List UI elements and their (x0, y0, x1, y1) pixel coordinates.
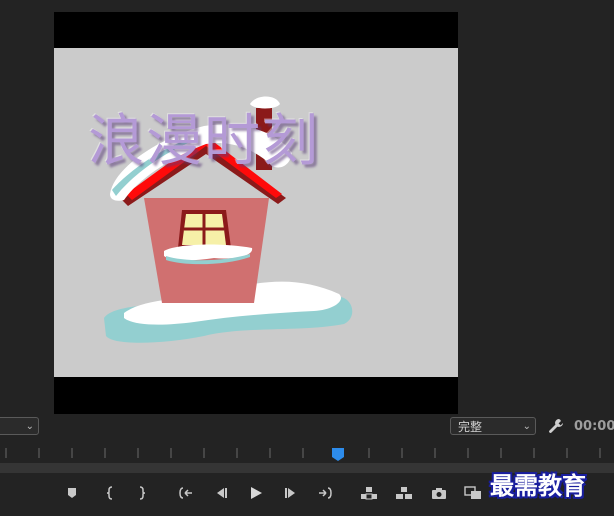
playhead (332, 448, 344, 461)
camera-icon (432, 487, 446, 499)
playback-resolution-select[interactable]: 完整 ⌄ (450, 417, 536, 435)
mark-out-icon (139, 486, 146, 500)
video-frame: 浪漫时刻 (54, 48, 458, 377)
step-forward-button[interactable] (279, 476, 303, 510)
lift-icon (361, 487, 377, 500)
title-overlay: 浪漫时刻 (88, 109, 320, 174)
extract-button[interactable] (392, 476, 416, 510)
step-back-button[interactable] (209, 476, 233, 510)
watermark-text: 最需教育 (490, 471, 586, 500)
chevron-down-icon: ⌄ (25, 421, 34, 432)
export-frame-button[interactable] (427, 476, 451, 510)
extract-icon (396, 487, 412, 499)
lift-button[interactable] (357, 476, 381, 510)
program-monitor: 浪漫时刻 (54, 12, 458, 414)
go-to-in-button[interactable] (174, 476, 198, 510)
go-to-out-icon (319, 487, 332, 499)
chevron-down-icon: ⌄ (522, 421, 531, 432)
play-button[interactable] (244, 476, 268, 510)
timecode-display[interactable]: 00:00 (574, 418, 614, 436)
monitor-toolbar: ⌄ 完整 ⌄ 00:00 (0, 416, 614, 438)
mark-in-icon (106, 486, 113, 500)
play-icon (251, 487, 262, 499)
step-back-icon (217, 488, 227, 498)
add-marker-button[interactable] (60, 476, 84, 510)
go-to-out-button[interactable] (313, 476, 337, 510)
mark-out-button[interactable] (130, 476, 154, 510)
step-forward-icon (285, 488, 295, 498)
playback-resolution-value: 完整 (458, 420, 483, 434)
compare-view-button[interactable] (461, 476, 485, 510)
zoom-level-select[interactable]: ⌄ (0, 417, 39, 435)
time-ruler[interactable] (0, 444, 614, 462)
compare-icon (464, 486, 481, 499)
marker-icon (68, 488, 76, 498)
mark-in-button[interactable] (98, 476, 122, 510)
wrench-icon[interactable] (548, 418, 564, 434)
go-to-in-icon (179, 487, 192, 499)
